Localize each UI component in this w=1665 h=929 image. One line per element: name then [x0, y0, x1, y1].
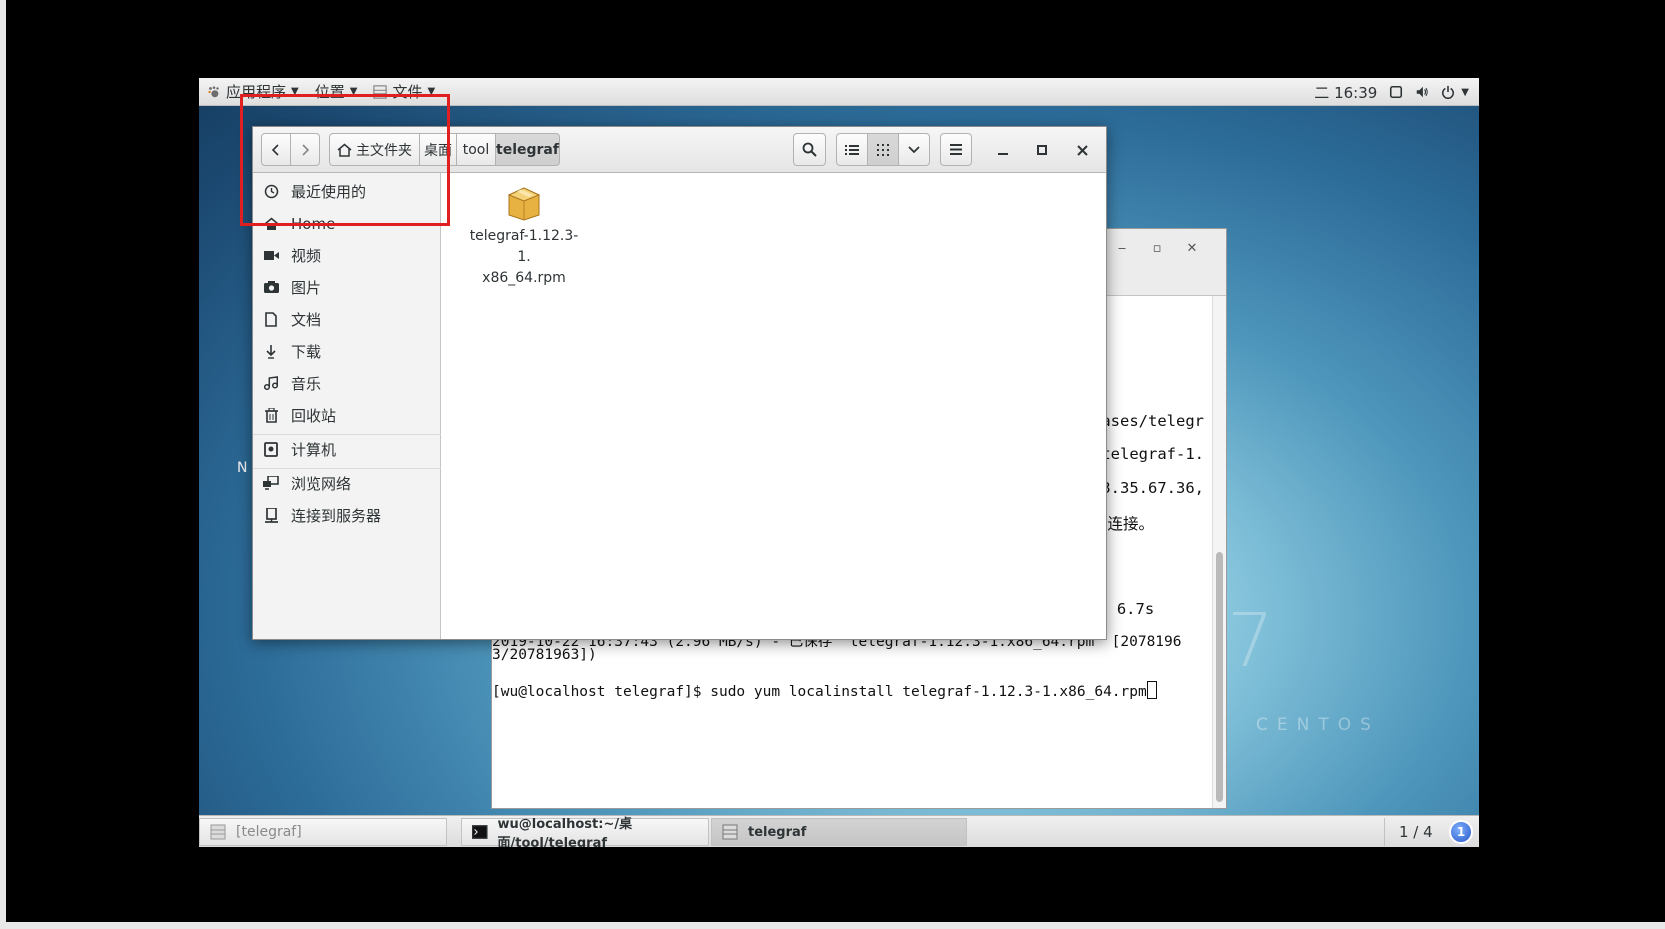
sidebar-item-label: 连接到服务器	[291, 506, 382, 525]
package-icon	[507, 187, 541, 221]
clock[interactable]: 二 16:39	[1314, 82, 1377, 103]
window-list-taskbar: [telegraf] wu@localhost:~/桌面/tool/telegr…	[199, 815, 1479, 847]
grid-view-icon	[877, 143, 889, 156]
music-icon	[264, 376, 278, 390]
system-tray: 二 16:39 ▼	[1314, 78, 1469, 106]
close-button[interactable]	[1071, 139, 1093, 161]
display-icon[interactable]	[1389, 85, 1403, 99]
minimize-button[interactable]	[992, 139, 1014, 161]
taskbar-item-label: wu@localhost:~/桌面/tool/telegraf	[497, 817, 633, 847]
highlight-annotation	[240, 94, 450, 226]
power-menu[interactable]: ▼	[1441, 85, 1469, 99]
taskbar-item-file-manager[interactable]: [telegraf]	[199, 818, 447, 846]
notification-badge[interactable]: 1	[1449, 820, 1473, 844]
file-item[interactable]: telegraf-1.12.3-1. x86_64.rpm	[464, 183, 584, 289]
chevron-down-icon: ▼	[1461, 86, 1469, 98]
sidebar-item-music[interactable]: 音乐	[263, 369, 321, 397]
camera-icon	[263, 281, 279, 293]
volume-icon[interactable]	[1415, 85, 1429, 99]
gnome-foot-icon	[208, 85, 219, 97]
terminal-line: 13.35.67.36,	[1092, 479, 1204, 497]
terminal-line: eases/telegr	[1092, 412, 1204, 430]
network-icon	[263, 476, 279, 490]
file-manager-icon	[722, 824, 738, 840]
minimize-icon	[998, 153, 1008, 155]
power-icon	[1442, 85, 1455, 99]
taskbar-item-label: telegraf	[748, 824, 807, 840]
breadcrumb-tool[interactable]: tool	[456, 133, 496, 166]
sidebar-item-pictures[interactable]: 图片	[263, 273, 321, 301]
hamburger-menu-icon	[950, 144, 962, 155]
terminal-cursor	[1146, 681, 1157, 699]
sidebar-item-label: 音乐	[291, 374, 322, 393]
breadcrumb-telegraf[interactable]: telegraf	[495, 133, 560, 166]
host-bottom-edge	[0, 922, 1665, 929]
terminal-line: 3/20781963])	[492, 647, 597, 663]
host-left-edge	[0, 0, 6, 929]
centos-watermark-text: CENTOS	[1256, 715, 1380, 735]
terminal-line: /telegraf-1.	[1092, 445, 1204, 463]
taskbar-item-terminal[interactable]: wu@localhost:~/桌面/tool/telegraf	[461, 817, 709, 847]
sidebar-item-videos[interactable]: 视频	[263, 241, 321, 269]
maximize-icon	[1037, 145, 1047, 155]
computer-icon	[264, 441, 278, 457]
trash-icon	[264, 407, 278, 423]
terminal-icon	[472, 825, 488, 839]
sidebar-item-label: 回收站	[291, 406, 337, 425]
sidebar-item-label: 下载	[291, 342, 322, 361]
taskbar-item-label: [telegraf]	[236, 824, 302, 840]
file-name-line: telegraf-1.12.3-1.	[469, 228, 579, 265]
places-sidebar: 最近使用的 Home 视频 图片 文档 下载 音乐 回收站 计算机 浏览网络 连…	[253, 173, 441, 639]
sidebar-item-label: 图片	[291, 278, 322, 297]
terminal-command: [wu@localhost telegraf]$ sudo yum locali…	[492, 684, 1147, 700]
terminal-prompt-line: [wu@localhost telegraf]$ sudo yum locali…	[492, 681, 1157, 700]
video-icon	[263, 250, 279, 260]
list-view-button[interactable]	[836, 133, 868, 166]
grid-view-button[interactable]	[867, 133, 899, 166]
breadcrumb-label: tool	[462, 141, 490, 158]
sidebar-item-network[interactable]: 浏览网络	[263, 469, 351, 497]
search-button[interactable]	[793, 133, 826, 166]
chevron-down-icon	[908, 145, 920, 153]
sidebar-item-label: 视频	[291, 246, 322, 265]
terminal-scrollbar[interactable]	[1212, 296, 1226, 808]
sidebar-item-downloads[interactable]: 下载	[263, 337, 321, 365]
view-options-button[interactable]	[898, 133, 930, 166]
minimize-icon[interactable]: ‒	[1112, 241, 1132, 256]
menu-button[interactable]	[940, 133, 972, 166]
breadcrumb-label: telegraf	[496, 141, 559, 158]
search-icon	[802, 142, 817, 157]
file-manager-icon	[210, 824, 226, 840]
list-view-icon	[845, 144, 859, 155]
document-icon	[265, 311, 277, 327]
file-view[interactable]: telegraf-1.12.3-1. x86_64.rpm	[442, 173, 1106, 639]
sidebar-item-trash[interactable]: 回收站	[263, 401, 336, 429]
maximize-icon[interactable]: ▫	[1147, 241, 1167, 256]
terminal-scrollbar-thumb[interactable]	[1216, 552, 1223, 802]
sidebar-item-documents[interactable]: 文档	[263, 305, 321, 333]
download-icon	[266, 344, 276, 359]
sidebar-item-label: 计算机	[291, 440, 337, 459]
centos-watermark-number: 7	[1227, 598, 1275, 684]
maximize-button[interactable]	[1031, 139, 1053, 161]
close-icon	[1076, 144, 1088, 156]
server-icon	[264, 507, 278, 523]
file-name-line: x86_64.rpm	[482, 270, 566, 286]
sidebar-item-computer[interactable]: 计算机	[263, 435, 336, 463]
close-icon[interactable]: ✕	[1182, 241, 1202, 256]
sidebar-item-label: 浏览网络	[291, 474, 352, 493]
taskbar-item-telegraf[interactable]: telegraf	[711, 818, 967, 846]
sidebar-item-connect-server[interactable]: 连接到服务器	[263, 501, 381, 529]
desktop-icon-label: N	[237, 460, 248, 476]
sidebar-item-label: 文档	[291, 310, 322, 329]
workspace-switcher[interactable]: 1 / 4	[1384, 818, 1439, 846]
